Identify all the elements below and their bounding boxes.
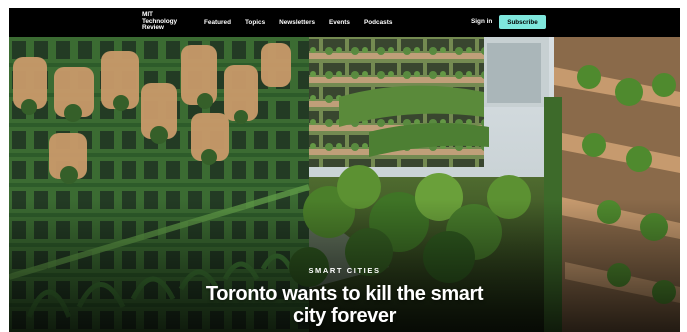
hero-kicker[interactable]: SMART CITIES <box>9 266 680 275</box>
nav-link-featured[interactable]: Featured <box>204 19 231 26</box>
logo-line-3: Review <box>142 24 164 31</box>
hero-feature[interactable]: SMART CITIES Toronto wants to kill the s… <box>9 37 680 332</box>
browser-viewport: MIT Technology Review Featured Topics Ne… <box>9 8 680 332</box>
headline-line-1[interactable]: Toronto wants to kill the smart <box>9 283 680 305</box>
nav-link-events[interactable]: Events <box>329 19 350 26</box>
nav-link-topics[interactable]: Topics <box>245 19 265 26</box>
nav-link-newsletters[interactable]: Newsletters <box>279 19 315 26</box>
top-navigation: MIT Technology Review Featured Topics Ne… <box>9 8 680 37</box>
nav-link-podcasts[interactable]: Podcasts <box>364 19 392 26</box>
hero-headline[interactable]: Toronto wants to kill the smart city for… <box>9 283 680 327</box>
nav-links: Featured Topics Newsletters Events Podca… <box>204 8 406 37</box>
site-logo[interactable]: MIT Technology Review <box>142 11 177 32</box>
sign-in-link[interactable]: Sign in <box>471 18 492 25</box>
subscribe-button[interactable]: Subscribe <box>499 15 546 29</box>
headline-line-2[interactable]: city forever <box>9 305 680 327</box>
